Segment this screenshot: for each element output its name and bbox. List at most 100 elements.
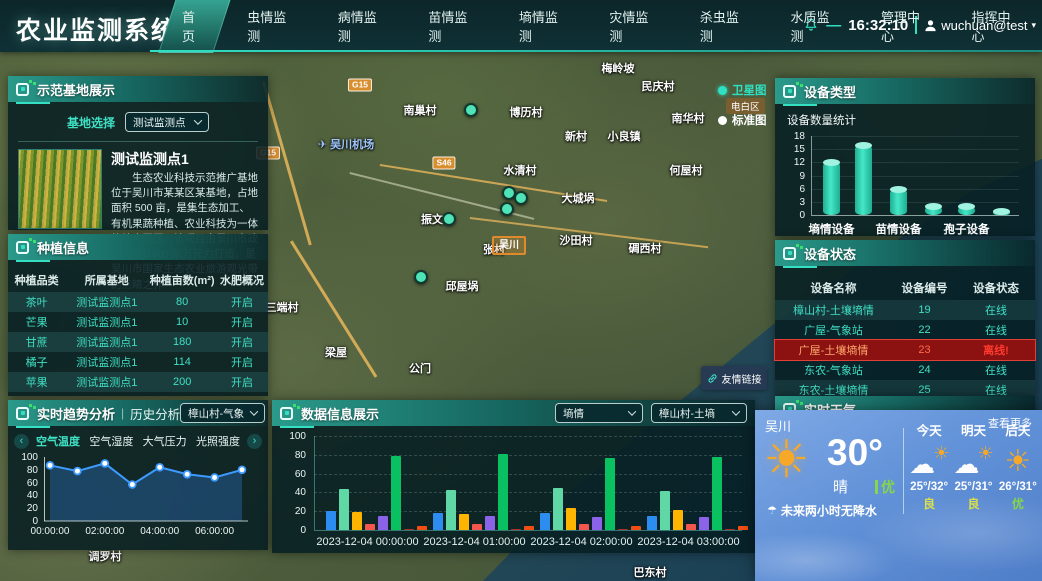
device-id: 22 xyxy=(892,324,957,336)
layer-option-satellite[interactable]: 卫星图 xyxy=(718,82,767,98)
forecast-column-2: 后天☀26°/31°优 xyxy=(996,420,1040,512)
bar xyxy=(433,513,443,530)
device-marker[interactable] xyxy=(414,270,428,284)
y-axis-label: 60 xyxy=(12,478,38,489)
friend-link-button[interactable]: 友情链接 xyxy=(701,366,767,390)
bar xyxy=(647,516,657,530)
weather-widget: 吴川 查看更多 ☀ 30° 晴 优 ☂ 未来两小时无降水 今天☀☁25°/32°… xyxy=(755,410,1042,581)
nav-item-1[interactable]: 虫情监测 xyxy=(232,0,313,53)
caret-down-icon: ▾ xyxy=(1031,20,1036,31)
radio-dot-icon xyxy=(718,116,727,125)
bar xyxy=(579,524,589,530)
map-place-label: 梁屋 xyxy=(325,344,347,360)
sun-icon: ☀ xyxy=(763,434,810,486)
y-axis-label: 40 xyxy=(12,490,38,501)
nav-item-2[interactable]: 病情监测 xyxy=(323,0,404,53)
trend-tab-2[interactable]: 大气压力 xyxy=(139,431,191,451)
bar-cylinder xyxy=(925,206,942,215)
y-axis-label: 12 xyxy=(779,157,805,168)
table-cell: 测试监测点1 xyxy=(65,294,148,310)
forecast-column-1: 明天☀☁25°/31°良 xyxy=(951,420,995,512)
nav-item-0[interactable]: 首页 xyxy=(167,0,222,53)
device-marker[interactable] xyxy=(442,212,456,226)
nav-item-5[interactable]: 灾情监测 xyxy=(594,0,675,53)
layer-option-standard[interactable]: 标准图 xyxy=(718,112,767,128)
panel-header: 种植信息 xyxy=(8,234,268,260)
panel-device-type: 设备类型 设备数量统计 0369121518墒情设备苗情设备孢子设备 xyxy=(775,78,1035,236)
base-select[interactable]: 测试监测点 xyxy=(125,112,209,132)
panel-header: 示范基地展示 xyxy=(8,76,268,102)
forecast-day: 后天 xyxy=(996,420,1040,439)
table-row: 橘子测试监测点1114开启 xyxy=(8,352,268,372)
x-axis-label: 00:00:00 xyxy=(23,526,77,537)
y-axis-label: 100 xyxy=(280,431,306,442)
nav-item-label: 首页 xyxy=(182,10,195,44)
table-cell: 开启 xyxy=(216,294,268,310)
table-row: 茶叶测试监测点180开启 xyxy=(8,292,268,312)
x-axis-label: 孢子设备 xyxy=(934,221,1000,237)
trend-tab-list: 空气温度空气湿度大气压力光照强度 xyxy=(32,431,244,451)
aqi-bar xyxy=(875,480,878,494)
table-row: 芒果测试监测点110开启 xyxy=(8,312,268,332)
layer-option-label: 标准图 xyxy=(732,112,767,128)
table-row: 樟山村-土壤墒情19在线 xyxy=(775,300,1035,320)
bar xyxy=(446,490,456,530)
table-cell: 80 xyxy=(148,296,216,308)
x-axis-label: 02:00:00 xyxy=(78,526,132,537)
table-cell: 开启 xyxy=(216,334,268,350)
chart-subtitle: 设备数量统计 xyxy=(787,112,1035,128)
trend-station-select[interactable]: 樟山村-气象 xyxy=(180,403,265,423)
table-cell: 橘子 xyxy=(8,354,65,370)
map-place-label: 调罗村 xyxy=(89,548,122,564)
device-marker[interactable] xyxy=(514,191,528,205)
panel-subtitle[interactable]: 历史分析 xyxy=(130,404,180,423)
data-station-select[interactable]: 樟山村-土墒 xyxy=(651,403,747,423)
x-axis-line xyxy=(314,530,742,531)
nav-item-3[interactable]: 苗情监测 xyxy=(413,0,494,53)
trend-tab-3[interactable]: 光照强度 xyxy=(192,431,244,451)
y-axis-label: 80 xyxy=(280,450,306,461)
map-place-label: 南华村 xyxy=(672,110,705,126)
grid-line xyxy=(811,202,1019,203)
bar xyxy=(618,529,628,531)
airplane-icon: ✈ xyxy=(318,139,327,151)
grid-line xyxy=(314,436,742,437)
device-marker[interactable] xyxy=(500,202,514,216)
tab-prev-icon[interactable]: ‹ xyxy=(14,434,29,449)
bar-cylinder xyxy=(855,145,872,215)
x-axis-label: 苗情设备 xyxy=(866,221,932,237)
trend-tab-1[interactable]: 空气湿度 xyxy=(85,431,137,451)
status-badge: 在线 xyxy=(957,322,1035,338)
data-type-select[interactable]: 墒情 xyxy=(555,403,643,423)
group-label: 2023-12-04 02:00:00 xyxy=(528,536,635,548)
grid-line xyxy=(811,189,1019,190)
forecast-quality: 优 xyxy=(996,495,1040,512)
bar-cylinder xyxy=(993,211,1010,215)
trend-tab-0[interactable]: 空气温度 xyxy=(32,431,84,451)
nav-item-6[interactable]: 杀虫监测 xyxy=(685,0,766,53)
column-header: 设备状态 xyxy=(957,280,1035,296)
nav-item-4[interactable]: 墒情监测 xyxy=(504,0,585,53)
bar xyxy=(326,511,336,530)
tab-next-icon[interactable]: › xyxy=(247,434,262,449)
chevron-down-icon xyxy=(628,407,636,415)
city-label-box: 吴川 xyxy=(492,236,526,255)
device-name: 东农-气象站 xyxy=(775,362,892,378)
nav-item-label: 苗情监测 xyxy=(428,10,467,44)
umbrella-icon: ☂ xyxy=(767,504,777,517)
panel-title: 数据信息展示 xyxy=(301,404,379,423)
bar xyxy=(725,529,735,531)
panel-title: 示范基地展示 xyxy=(37,80,115,99)
column-header: 种植亩数(m²) xyxy=(148,272,216,288)
trend-line-chart: 10080604020000:00:0002:00:0004:00:0006:0… xyxy=(10,453,260,549)
map-place-label: 沙田村 xyxy=(560,232,593,248)
bar xyxy=(485,516,495,530)
map-place-label: 碉西村 xyxy=(629,240,662,256)
y-axis-line xyxy=(811,136,812,215)
y-axis-line xyxy=(314,436,315,530)
nav-item-label: 杀虫监测 xyxy=(700,10,739,44)
bar xyxy=(699,517,709,530)
y-axis-label: 80 xyxy=(12,465,38,476)
device-marker[interactable] xyxy=(464,103,478,117)
bar-cylinder xyxy=(823,162,840,215)
